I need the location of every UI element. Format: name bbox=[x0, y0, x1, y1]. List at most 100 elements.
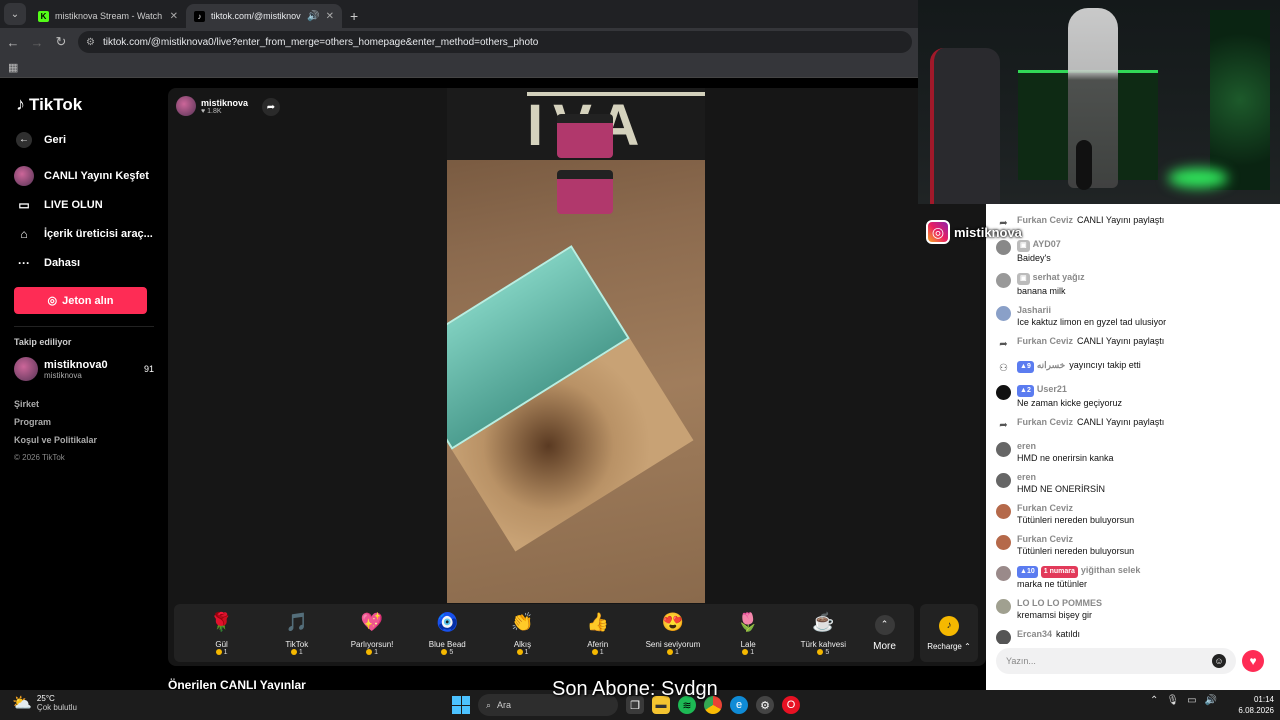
chat-username[interactable]: LO LO LO POMMES bbox=[1017, 598, 1102, 608]
avatar[interactable] bbox=[996, 473, 1011, 488]
chat-username[interactable]: eren bbox=[1017, 441, 1036, 451]
tiktok-logo[interactable]: ♪ TikTok bbox=[16, 94, 154, 115]
footer-link-program[interactable]: Program bbox=[14, 417, 154, 435]
chat-input[interactable]: Yazın... ☺ bbox=[996, 648, 1236, 674]
back-link[interactable]: ← Geri bbox=[14, 125, 154, 154]
chat-username[interactable]: Jasharii bbox=[1017, 305, 1051, 315]
emoji-icon[interactable]: ☺ bbox=[1212, 654, 1226, 668]
sidebar-item-creator-tools[interactable]: ⌂ İçerik üreticisi araç... bbox=[14, 219, 154, 248]
avatar[interactable] bbox=[996, 240, 1011, 255]
edge-icon[interactable]: e bbox=[730, 696, 748, 714]
get-coins-label: Jeton alın bbox=[62, 294, 114, 307]
avatar[interactable] bbox=[996, 273, 1011, 288]
last-subscriber-overlay: Son Abone: Svdgn bbox=[552, 678, 718, 700]
new-tab-button[interactable]: + bbox=[342, 8, 366, 28]
gift-item[interactable]: ☕ Türk kahvesi 5 bbox=[786, 611, 861, 656]
apps-grid-icon[interactable]: ▦ bbox=[8, 61, 18, 74]
avatar[interactable] bbox=[996, 306, 1011, 321]
green-glow bbox=[1168, 168, 1228, 188]
volume-icon[interactable]: 🔊 bbox=[1205, 695, 1217, 706]
coin-icon bbox=[666, 649, 673, 655]
avatar[interactable] bbox=[996, 442, 1011, 457]
site-info-icon[interactable]: ⚙ bbox=[86, 37, 95, 48]
url-bar[interactable]: ⚙ tiktok.com/@mistiknova0/live?enter_fro… bbox=[78, 31, 912, 53]
opera-icon[interactable]: O bbox=[782, 696, 800, 714]
share-icon[interactable]: ➦ bbox=[262, 98, 280, 116]
gift-item[interactable]: 🎵 TikTok 1 bbox=[259, 611, 334, 656]
tab-search-button[interactable]: ⌄ bbox=[4, 3, 26, 25]
gift-item[interactable]: 😍 Seni seviyorum 1 bbox=[635, 611, 710, 656]
live-video[interactable]: IVA bbox=[447, 88, 705, 603]
footer-link-terms[interactable]: Koşul ve Politikalar bbox=[14, 435, 154, 453]
following-heading: Takip ediliyor bbox=[14, 337, 72, 347]
webcam-overlay bbox=[918, 0, 1280, 204]
close-tab-icon[interactable]: ✕ bbox=[326, 11, 334, 22]
level-badge-value: 2 bbox=[1026, 387, 1031, 394]
clock[interactable]: 01:14 6.08.2026 bbox=[1228, 694, 1274, 716]
gift-item[interactable]: 🧿 Blue Bead 5 bbox=[410, 611, 485, 656]
browser-tab-tiktok[interactable]: ♪ tiktok.com/@mistiknova0/li 🔊 ✕ bbox=[186, 4, 342, 28]
chat-username[interactable]: AYD07 bbox=[1033, 239, 1061, 249]
gift-price: 5 bbox=[441, 649, 453, 656]
host-info[interactable]: mistiknova ♥ 1.8K bbox=[176, 96, 248, 116]
windows-start-icon[interactable] bbox=[452, 696, 470, 714]
reload-icon[interactable]: ↻ bbox=[54, 34, 68, 50]
avatar[interactable] bbox=[996, 385, 1011, 400]
more-gifts-button[interactable]: ⌃ More bbox=[865, 614, 904, 652]
settings-icon[interactable]: ⚙ bbox=[756, 696, 774, 714]
weather-widget[interactable]: ⛅ 25°C Çok bulutlu bbox=[12, 693, 77, 713]
live-explore-icon bbox=[14, 165, 34, 186]
sidebar-item-label: İçerik üreticisi araç... bbox=[44, 227, 153, 240]
sidebar-item-live-explore[interactable]: CANLI Yayını Keşfet bbox=[14, 161, 154, 190]
chat-username[interactable]: yiğithan selek bbox=[1081, 565, 1141, 575]
gift-item[interactable]: 👍 Aferin 1 bbox=[560, 611, 635, 656]
chat-username[interactable]: Ercan34 bbox=[1017, 629, 1052, 639]
sidebar-item-go-live[interactable]: ▭ LIVE OLUN bbox=[14, 190, 154, 219]
chat-username[interactable]: Furkan Ceviz bbox=[1017, 336, 1073, 346]
gift-item[interactable]: 👏 Alkış 1 bbox=[485, 611, 560, 656]
more-dots-icon: ··· bbox=[18, 255, 30, 270]
microphone-icon[interactable]: 🎙 bbox=[1166, 695, 1179, 706]
avatar[interactable] bbox=[996, 535, 1011, 550]
browser-tab-kick[interactable]: K mistiknova Stream - Watch Live ✕ bbox=[30, 4, 186, 28]
chat-text: yayıncıyı takip etti bbox=[1069, 360, 1141, 370]
following-account[interactable]: mistiknova0 mistiknova 91 bbox=[14, 357, 154, 381]
coin-icon bbox=[215, 649, 222, 655]
like-heart-icon[interactable]: ♥ bbox=[1242, 650, 1264, 672]
chevron-up-icon[interactable]: ⌃ bbox=[1150, 695, 1158, 706]
chat-message: Furkan Ceviz Tütünleri nereden buluyorsun bbox=[996, 502, 1276, 526]
avatar[interactable] bbox=[996, 599, 1011, 614]
avatar[interactable] bbox=[996, 630, 1011, 644]
close-tab-icon[interactable]: ✕ bbox=[170, 11, 178, 22]
speaker-icon[interactable]: 🔊 bbox=[307, 11, 319, 22]
forward-arrow-icon[interactable]: → bbox=[30, 35, 44, 50]
level-badge-value: 9 bbox=[1026, 363, 1031, 370]
chat-text: CANLI Yayını paylaştı bbox=[1077, 417, 1165, 427]
back-arrow-icon[interactable]: ← bbox=[6, 35, 20, 50]
get-coins-button[interactable]: ◎ Jeton alın bbox=[14, 287, 147, 314]
footer-links: Şirket Program Koşul ve Politikalar © 20… bbox=[14, 399, 154, 471]
gift-price: 1 bbox=[215, 649, 228, 656]
sidebar-item-more[interactable]: ··· Dahası bbox=[14, 248, 154, 277]
gift-item[interactable]: 💖 Parlıyorsun! 1 bbox=[334, 611, 409, 656]
chat-username[interactable]: eren bbox=[1017, 472, 1036, 482]
back-label: Geri bbox=[44, 133, 67, 146]
gift-price-value: 5 bbox=[449, 648, 454, 656]
gift-item[interactable]: 🌷 Lale 1 bbox=[711, 611, 786, 656]
host-avatar[interactable] bbox=[176, 96, 196, 116]
recharge-button[interactable]: ♪ Recharge ⌃ bbox=[920, 604, 978, 662]
gift-item[interactable]: 🌹 Gül 1 bbox=[184, 611, 259, 656]
chat-username[interactable]: Furkan Ceviz bbox=[1017, 215, 1073, 225]
chat-username[interactable]: Furkan Ceviz bbox=[1017, 417, 1073, 427]
chat-username[interactable]: serhat yağız bbox=[1033, 272, 1085, 282]
chat-username[interactable]: User21 bbox=[1037, 384, 1067, 394]
network-icon[interactable]: ▭ bbox=[1187, 695, 1196, 706]
avatar[interactable] bbox=[996, 504, 1011, 519]
avatar[interactable] bbox=[996, 566, 1011, 581]
footer-link-company[interactable]: Şirket bbox=[14, 399, 154, 417]
chat-username[interactable]: خسرانه bbox=[1037, 360, 1065, 370]
chat-message: LO LO LO POMMES kremamsi bişey gir bbox=[996, 597, 1276, 621]
chat-username[interactable]: Furkan Ceviz bbox=[1017, 503, 1073, 513]
chat-username[interactable]: Furkan Ceviz bbox=[1017, 534, 1073, 544]
gift-price: 1 bbox=[366, 649, 378, 656]
